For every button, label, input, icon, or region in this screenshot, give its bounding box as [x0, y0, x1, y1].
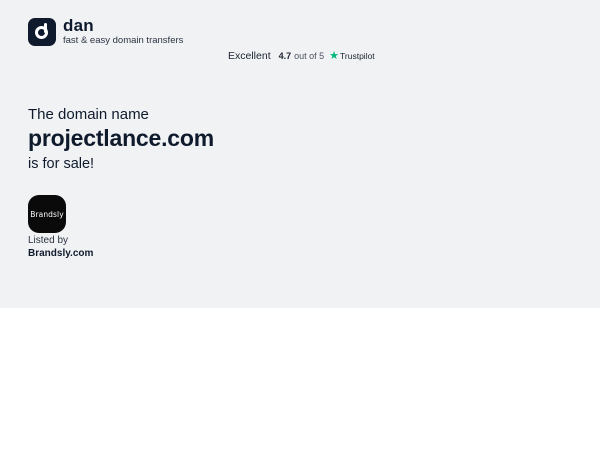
- brand-tagline: fast & easy domain transfers: [63, 35, 184, 46]
- dan-logo-icon[interactable]: [28, 18, 56, 46]
- brand-text: dan fast & easy domain transfers: [63, 17, 183, 47]
- trustpilot-rating[interactable]: Excellent 4.7 out of 5 ★ Trustpilot: [228, 50, 375, 62]
- site-header: dan fast & easy domain transfers: [28, 17, 183, 47]
- sale-status: is for sale!: [28, 156, 95, 172]
- hero-section: dan fast & easy domain transfers Excelle…: [0, 0, 600, 308]
- rating-out-of: out of 5: [294, 51, 325, 61]
- rating-word: Excellent: [228, 50, 271, 62]
- listed-by-label: Listed by: [28, 235, 69, 246]
- domain-intro: The domain name: [28, 106, 149, 123]
- domain-name: projectlance.com: [28, 125, 214, 151]
- seller-name[interactable]: Brandsly.com: [28, 248, 93, 259]
- trustpilot-wordmark: Trustpilot: [340, 51, 375, 61]
- rating-score: 4.7: [278, 51, 292, 61]
- trustpilot-star-icon: ★: [329, 50, 340, 62]
- seller-logo-badge[interactable]: Brandsly: [28, 195, 66, 233]
- brand-name[interactable]: dan: [63, 17, 183, 35]
- seller-badge-text: Brandsly: [30, 209, 64, 219]
